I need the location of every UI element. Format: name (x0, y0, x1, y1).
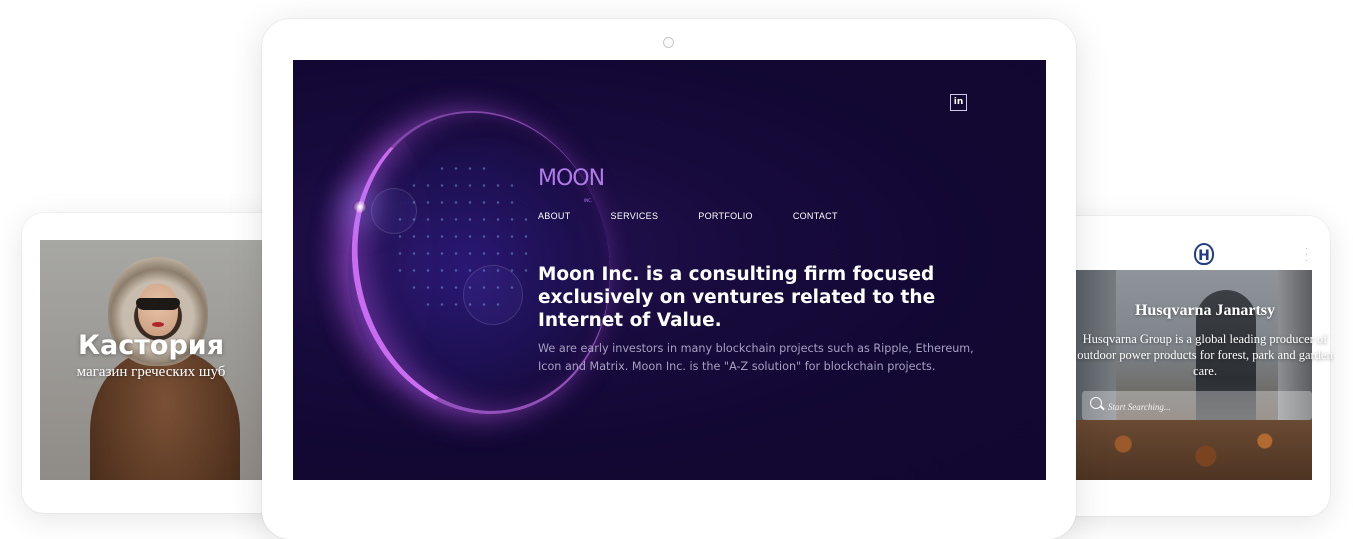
husqvarna-description: Husqvarna Group is a global leading prod… (1077, 332, 1333, 378)
lens-flare (353, 200, 367, 214)
nav-about[interactable]: ABOUT (538, 211, 571, 221)
lens-flare-ring (463, 265, 523, 325)
nav-portfolio[interactable]: PORTFOLIO (698, 211, 753, 221)
husqvarna-search-bar[interactable] (1082, 391, 1312, 420)
husqvarna-title: Husqvarna Janartsy (1134, 302, 1276, 319)
model-face-image (138, 284, 178, 336)
moon-screen: in MOON INC. ABOUT SERVICES PORTFOLIO CO… (293, 60, 1046, 480)
main-nav: ABOUT SERVICES PORTFOLIO CONTACT (538, 211, 878, 221)
search-icon[interactable] (1090, 397, 1102, 409)
sunglasses-image (136, 298, 180, 310)
kastoria-subtitle: магазин греческих шуб (76, 364, 226, 380)
linkedin-icon[interactable]: in (950, 94, 967, 111)
lens-flare-ring (371, 188, 417, 234)
moon-logo[interactable]: MOON INC. (538, 164, 623, 203)
nav-services[interactable]: SERVICES (611, 211, 659, 221)
husqvarna-logo-icon[interactable]: H (1194, 243, 1214, 265)
lips-image (152, 322, 164, 327)
search-input[interactable] (1106, 398, 1300, 416)
menu-dots-icon[interactable]: · · · (1305, 244, 1308, 266)
hero-headline: Moon Inc. is a consulting firm focused e… (538, 264, 936, 331)
hero-subtext: We are early investors in many blockchai… (538, 342, 974, 373)
moon-logo-text: MOON (538, 166, 605, 191)
nav-contact[interactable]: CONTACT (793, 211, 838, 221)
leaves-image (1076, 420, 1312, 480)
camera-icon (663, 37, 674, 48)
kastoria-title: Кастория (77, 330, 225, 361)
